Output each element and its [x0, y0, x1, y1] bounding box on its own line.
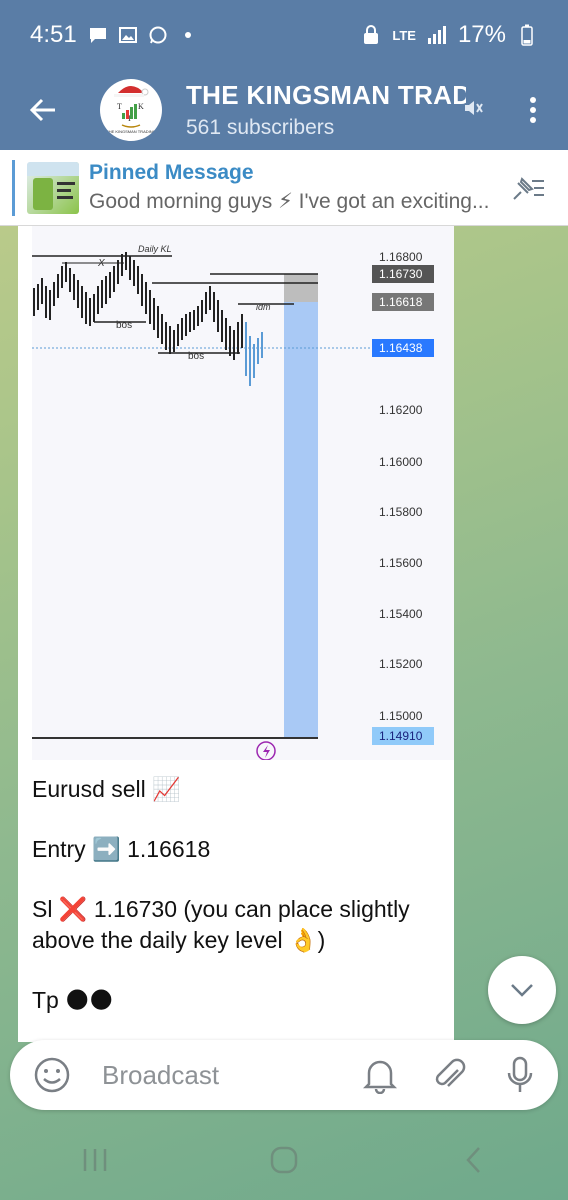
message-line-4: Tp 🌑🌑: [32, 987, 114, 1013]
battery-percent: 17%: [457, 21, 506, 48]
annotation-bos-1: bos: [116, 320, 132, 331]
annotation-daily-kl: Daily KL: [138, 244, 172, 254]
price-axis: 1.16800 1.16200 1.16000 1.15800 1.15600 1.154…: [379, 250, 423, 723]
pinned-list-button[interactable]: [508, 168, 548, 208]
channel-title[interactable]: THE KINGSMAN TRADING: [186, 80, 466, 111]
lock-icon: [360, 24, 382, 46]
message-line-2: Entry ➡️ 1.16618: [32, 836, 211, 862]
network-label: LTE: [392, 27, 416, 43]
pinned-title: Pinned Message: [89, 161, 254, 184]
tag-tp: 1.14910: [379, 729, 423, 743]
bell-icon: [363, 1060, 397, 1094]
recents-icon: [83, 1149, 106, 1171]
status-time: 4:51: [30, 21, 77, 48]
price-label: 1.15600: [379, 556, 423, 570]
dot-icon: [177, 24, 199, 46]
home-icon: [270, 1146, 298, 1174]
microphone-icon: [507, 1056, 533, 1092]
broadcast-input[interactable]: Broadcast: [102, 1060, 219, 1091]
home-button[interactable]: [244, 1130, 324, 1190]
battery-icon: [516, 24, 538, 46]
chat-header: T K T THE KINGSMAN TRADING THE KINGSMAN …: [0, 70, 568, 150]
channel-avatar[interactable]: T K T THE KINGSMAN TRADING: [100, 79, 162, 141]
gallery-icon: [117, 24, 139, 46]
price-label: 1.16200: [379, 403, 423, 417]
channel-logo: T K T THE KINGSMAN TRADING: [101, 80, 161, 140]
notification-toggle[interactable]: [356, 1051, 404, 1099]
back-button[interactable]: [0, 70, 86, 150]
subscriber-count: 561 subscribers: [186, 116, 335, 139]
svg-text:K: K: [138, 102, 144, 111]
price-candles: [33, 252, 263, 386]
message-line-1: Eurusd sell 📈: [32, 776, 181, 802]
whatsapp-icon: [147, 24, 169, 46]
pin-list-icon: [513, 176, 544, 200]
back-arrow-icon: [29, 98, 55, 122]
composer-bar: Broadcast: [10, 1040, 558, 1110]
android-navbar: [0, 1120, 568, 1200]
more-menu-button[interactable]: [518, 85, 548, 135]
mute-icon: [462, 97, 484, 124]
price-label: 1.15400: [379, 607, 423, 621]
scroll-down-button[interactable]: [488, 956, 556, 1024]
tag-current: 1.16438: [379, 341, 423, 355]
price-label: 1.15000: [379, 709, 423, 723]
price-label: 1.15800: [379, 505, 423, 519]
signal-icon: [426, 24, 448, 46]
pinned-thumbnail: [27, 161, 79, 214]
tp-zone: [284, 302, 318, 738]
nav-back-button[interactable]: [433, 1130, 513, 1190]
nav-back-icon: [466, 1147, 481, 1173]
pinned-preview: Good morning guys ⚡ I've got an exciting…: [89, 190, 490, 213]
emoji-icon: [34, 1057, 70, 1093]
svg-text:T: T: [117, 102, 122, 111]
emoji-button[interactable]: [28, 1051, 76, 1099]
message-icon: [87, 24, 109, 46]
svg-text:THE KINGSMAN TRADING: THE KINGSMAN TRADING: [106, 129, 156, 134]
recents-button[interactable]: [55, 1130, 135, 1190]
message-bubble[interactable]: Daily KL X bos bos idm 1.16800 1.16200 1.1…: [18, 226, 454, 1042]
attach-button[interactable]: [426, 1051, 474, 1099]
tag-entry: 1.16618: [379, 295, 423, 309]
status-bar: 4:51 LTE 17%: [0, 0, 568, 70]
chart-image[interactable]: Daily KL X bos bos idm 1.16800 1.16200 1.1…: [32, 226, 454, 761]
annotation-bos-2: bos: [188, 351, 204, 362]
price-label: 1.16000: [379, 455, 423, 469]
more-vertical-icon: [530, 97, 536, 123]
paperclip-icon: [435, 1058, 466, 1087]
message-line-3: Sl ❌ 1.16730 (you can place slightly abo…: [32, 896, 410, 953]
price-label: 1.16800: [379, 250, 423, 264]
annotation-x: X: [97, 258, 105, 269]
tag-sl: 1.16730: [379, 267, 423, 281]
chevron-down-icon: [511, 984, 533, 997]
annotation-idm: idm: [256, 302, 271, 312]
pinned-indicator: [12, 159, 15, 216]
pinned-message-bar[interactable]: Pinned Message Good morning guys ⚡ I've …: [0, 150, 568, 226]
message-text: Eurusd sell 📈 Entry ➡️ 1.16618 Sl ❌ 1.16…: [32, 774, 442, 1042]
price-label: 1.15200: [379, 657, 423, 671]
sl-zone: [284, 274, 318, 302]
voice-button[interactable]: [496, 1051, 544, 1099]
